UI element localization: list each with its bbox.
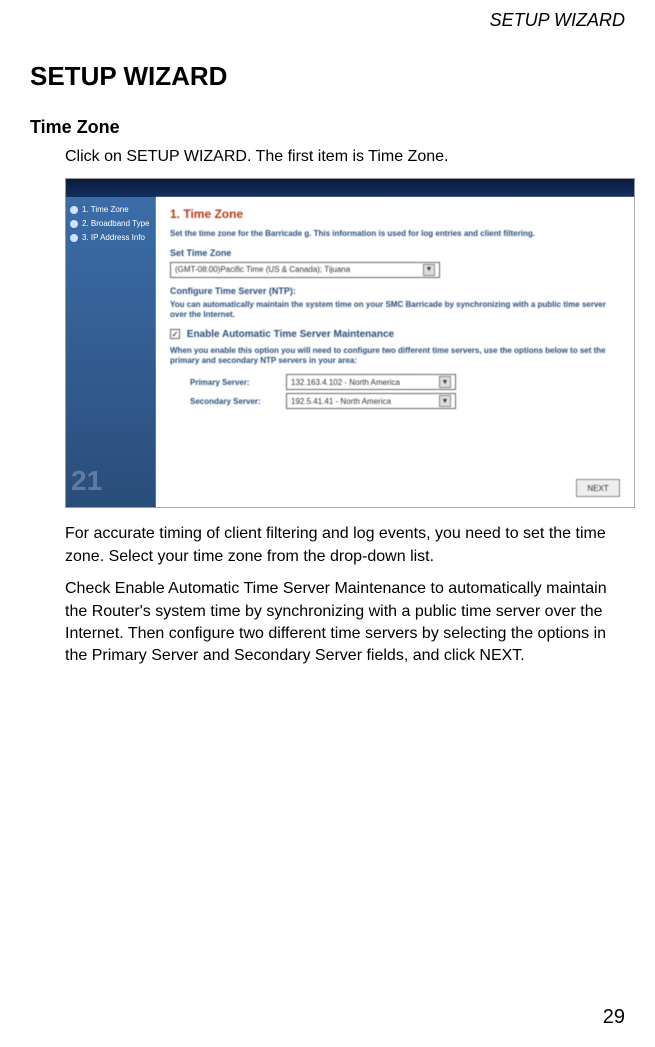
- bullet-icon: [70, 206, 78, 214]
- secondary-server-label: Secondary Server:: [190, 397, 280, 406]
- dropdown-value: (GMT-08:00)Pacific Time (US & Canada); T…: [175, 265, 350, 274]
- screenshot-titlebar: [66, 179, 634, 197]
- page-title: SETUP WIZARD: [30, 61, 625, 92]
- sidebar-item-label: 2. Broadband Type: [82, 219, 149, 228]
- bullet-icon: [70, 234, 78, 242]
- chevron-down-icon: ▼: [423, 264, 435, 276]
- body-paragraph-2: Check Enable Automatic Time Server Maint…: [65, 578, 620, 668]
- sidebar-watermark: 21: [71, 465, 102, 497]
- enable-auto-row: ✓ Enable Automatic Time Server Maintenan…: [170, 329, 620, 340]
- set-time-zone-label: Set Time Zone: [170, 248, 620, 258]
- checkbox-label: Enable Automatic Time Server Maintenance: [187, 329, 394, 340]
- ntp-description: You can automatically maintain the syste…: [170, 300, 620, 321]
- panel-description: Set the time zone for the Barricade g. T…: [170, 229, 620, 239]
- body-paragraph-1: For accurate timing of client filtering …: [65, 523, 620, 568]
- screenshot-main-panel: 1. Time Zone Set the time zone for the B…: [156, 197, 634, 507]
- embedded-screenshot: 1. Time Zone 2. Broadband Type 3. IP Add…: [65, 178, 635, 508]
- dropdown-value: 132.163.4.102 - North America: [291, 378, 400, 387]
- chevron-down-icon: ▼: [439, 376, 451, 388]
- sidebar-item-time-zone[interactable]: 1. Time Zone: [70, 205, 152, 214]
- time-zone-dropdown[interactable]: (GMT-08:00)Pacific Time (US & Canada); T…: [170, 262, 440, 278]
- next-button[interactable]: NEXT: [576, 479, 620, 497]
- dropdown-value: 192.5.41.41 - North America: [291, 397, 391, 406]
- sidebar-item-ip-address[interactable]: 3. IP Address Info: [70, 233, 152, 242]
- bullet-icon: [70, 220, 78, 228]
- secondary-server-dropdown[interactable]: 192.5.41.41 - North America ▼: [286, 393, 456, 409]
- section-title-time-zone: Time Zone: [30, 117, 625, 138]
- primary-server-label: Primary Server:: [190, 378, 280, 387]
- primary-server-dropdown[interactable]: 132.163.4.102 - North America ▼: [286, 374, 456, 390]
- sidebar-item-label: 1. Time Zone: [82, 205, 129, 214]
- running-header: SETUP WIZARD: [30, 10, 625, 31]
- page-number: 29: [603, 1006, 625, 1029]
- sidebar-item-label: 3. IP Address Info: [82, 233, 145, 242]
- checkbox-description: When you enable this option you will nee…: [170, 346, 620, 367]
- screenshot-sidebar: 1. Time Zone 2. Broadband Type 3. IP Add…: [66, 197, 156, 507]
- intro-paragraph: Click on SETUP WIZARD. The first item is…: [65, 146, 620, 168]
- panel-heading: 1. Time Zone: [170, 207, 620, 221]
- enable-auto-checkbox[interactable]: ✓: [170, 329, 180, 339]
- ntp-label: Configure Time Server (NTP):: [170, 286, 620, 296]
- sidebar-item-broadband[interactable]: 2. Broadband Type: [70, 219, 152, 228]
- chevron-down-icon: ▼: [439, 395, 451, 407]
